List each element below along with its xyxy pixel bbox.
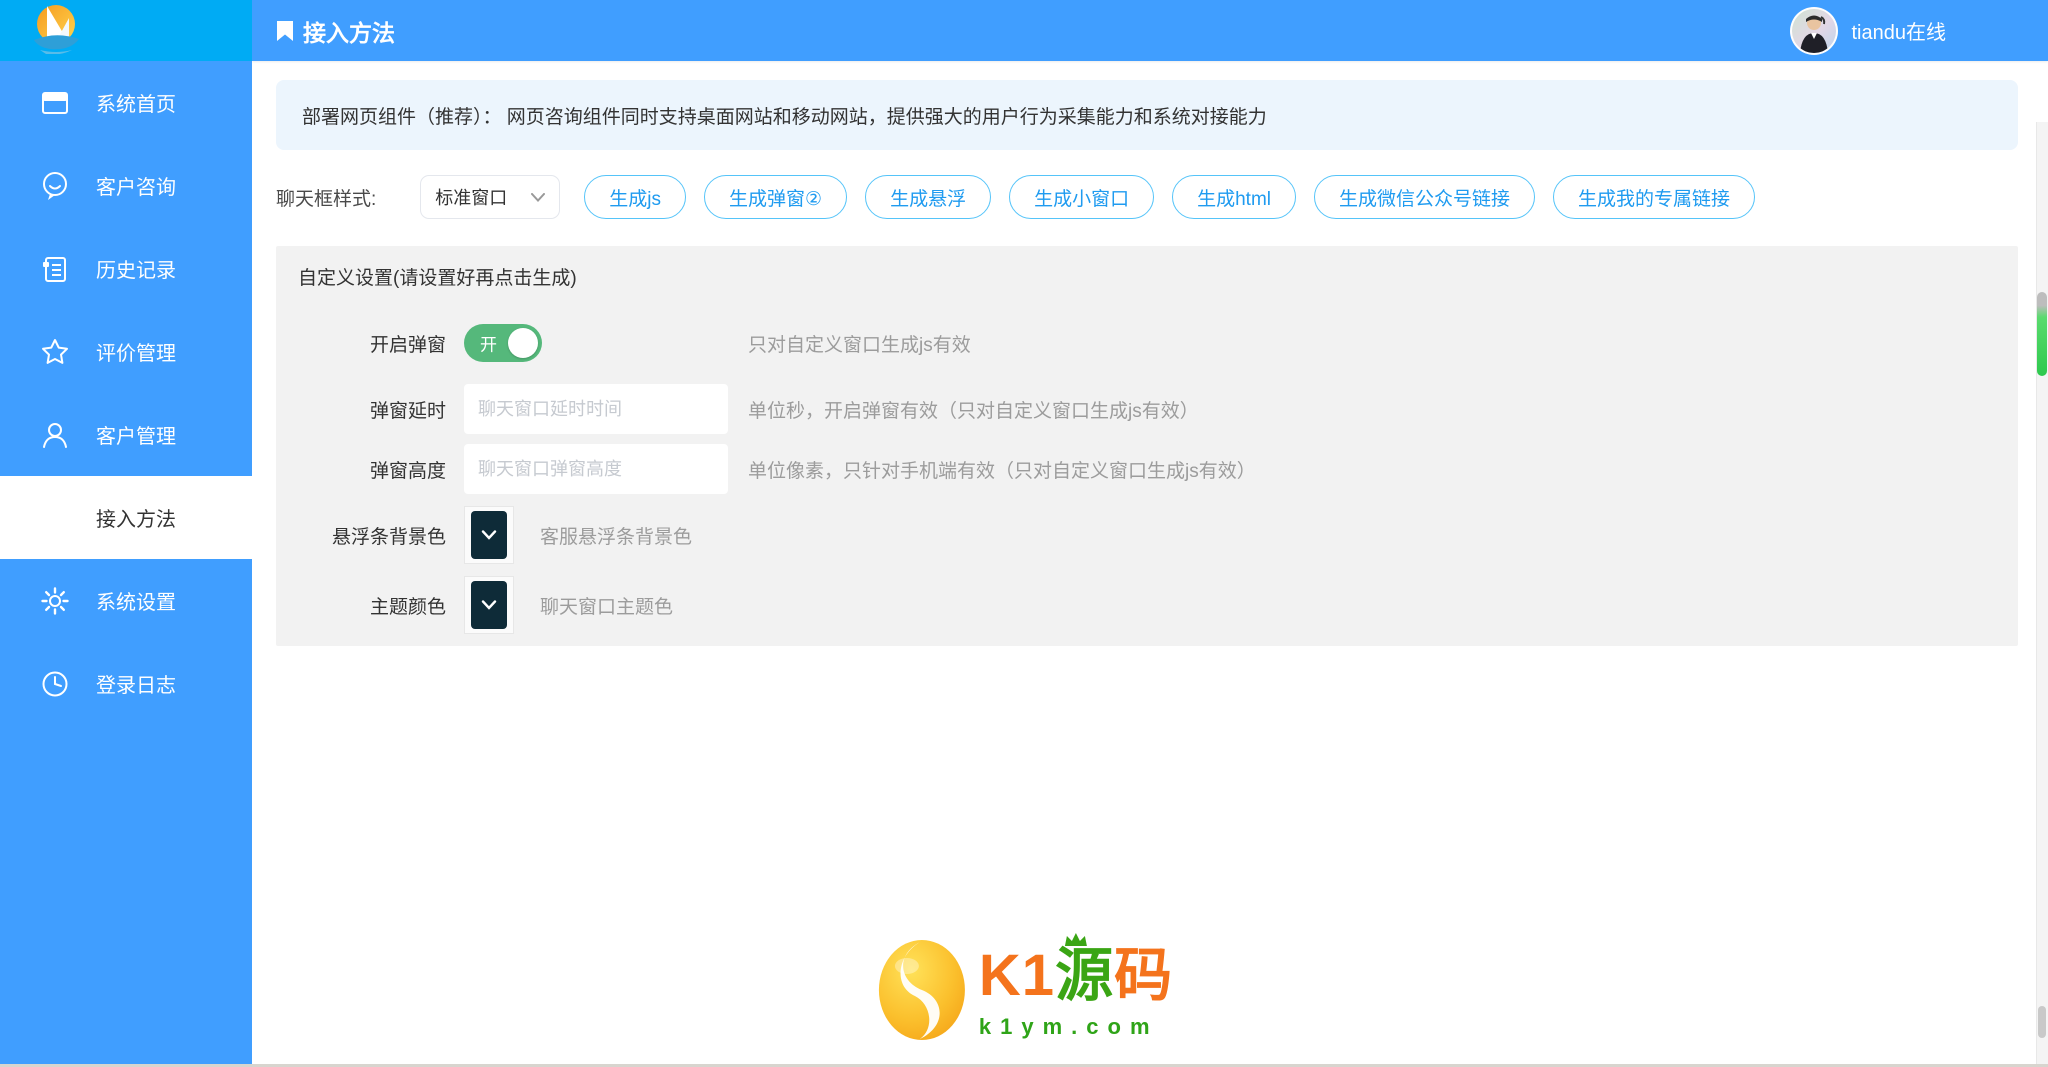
star-icon <box>40 337 70 367</box>
popup-height-row: 弹窗高度 单位像素，只针对手机端有效（只对自定义窗口生成js有效） <box>276 444 2018 494</box>
floatbar-bg-color-label: 悬浮条背景色 <box>276 522 446 549</box>
avatar[interactable] <box>1790 7 1838 55</box>
chat-bubble-icon <box>40 171 70 201</box>
sidebar-item-label: 客户管理 <box>96 420 176 449</box>
sidebar-item-label: 系统设置 <box>96 586 176 615</box>
sidebar-item-home[interactable]: 系统首页 <box>0 61 252 144</box>
theme-color-swatch <box>471 581 507 629</box>
generate-js-button[interactable]: 生成js <box>584 175 686 219</box>
sidebar-item-settings[interactable]: 系统设置 <box>0 559 252 642</box>
sidebar-item-customers[interactable]: 客户管理 <box>0 393 252 476</box>
k1ym-wordmark: K1源码 k1ym.com <box>979 946 1173 1040</box>
settings-panel: 自定义设置(请设置好再点击生成) 开启弹窗 开 只对自定义窗口生成js有效 弹窗… <box>276 246 2018 646</box>
window-icon <box>40 88 70 118</box>
generate-exclusive-link-button[interactable]: 生成我的专属链接 <box>1553 175 1755 219</box>
sidebar-item-history[interactable]: 历史记录 <box>0 227 252 310</box>
settings-header: 自定义设置(请设置好再点击生成) <box>298 268 2018 290</box>
popup-height-note: 单位像素，只针对手机端有效（只对自定义窗口生成js有效） <box>748 456 1256 483</box>
generate-popup-button[interactable]: 生成弹窗② <box>704 175 847 219</box>
sidebar-item-reviews[interactable]: 评价管理 <box>0 310 252 393</box>
sidebar-item-label: 系统首页 <box>96 88 176 117</box>
generate-float-button[interactable]: 生成悬浮 <box>865 175 991 219</box>
popup-height-input[interactable] <box>464 444 728 494</box>
chat-style-select[interactable]: 标准窗口 <box>420 175 560 219</box>
chat-style-select-value: 标准窗口 <box>435 184 507 210</box>
sidebar: 系统首页 客户咨询 历史记录 评价管理 客户管理 <box>0 0 252 1067</box>
scrollbar-track[interactable] <box>2036 122 2048 1067</box>
sidebar-item-label: 评价管理 <box>96 337 176 366</box>
k1ym-sphere-logo-icon <box>875 936 969 1049</box>
user-icon <box>40 420 70 450</box>
toggle-on-text: 开 <box>480 331 497 356</box>
page-title: 接入方法 <box>276 14 395 48</box>
k1ym-watermark: K1源码 k1ym.com <box>875 936 1173 1049</box>
popup-toggle[interactable]: 开 <box>464 324 542 362</box>
history-icon <box>40 254 70 284</box>
chevron-down-icon <box>481 600 497 610</box>
popup-toggle-label: 开启弹窗 <box>276 330 446 357</box>
popup-toggle-note: 只对自定义窗口生成js有效 <box>748 330 971 357</box>
chevron-down-icon <box>481 530 497 540</box>
no-icon-spacer <box>40 503 70 533</box>
sidebar-item-access-method[interactable]: 接入方法 <box>0 476 252 559</box>
generate-small-window-button[interactable]: 生成小窗口 <box>1009 175 1154 219</box>
sidebar-item-login-log[interactable]: 登录日志 <box>0 642 252 725</box>
notice-text: 部署网页组件（推荐）： 网页咨询组件同时支持桌面网站和移动网站，提供强大的用户行… <box>302 102 1267 129</box>
floatbar-bg-color-row: 悬浮条背景色 客服悬浮条背景色 <box>276 506 2018 564</box>
popup-delay-label: 弹窗延时 <box>276 396 446 423</box>
sidebar-item-consult[interactable]: 客户咨询 <box>0 144 252 227</box>
username: tiandu在线 <box>1852 16 1947 45</box>
scrollbar-thumb-gray[interactable] <box>2038 1006 2046 1038</box>
gear-icon <box>40 586 70 616</box>
chevron-down-icon <box>531 193 545 202</box>
generate-html-button[interactable]: 生成html <box>1172 175 1296 219</box>
theme-color-select[interactable] <box>464 576 514 634</box>
popup-toggle-row: 开启弹窗 开 只对自定义窗口生成js有效 <box>276 324 2018 362</box>
sidebar-item-label: 历史记录 <box>96 254 176 283</box>
popup-delay-note: 单位秒，开启弹窗有效（只对自定义窗口生成js有效） <box>748 396 1199 423</box>
sidebar-item-label: 登录日志 <box>96 669 176 698</box>
chat-style-label: 聊天框样式: <box>276 184 376 211</box>
floatbar-bg-color-note: 客服悬浮条背景色 <box>540 522 692 549</box>
popup-height-label: 弹窗高度 <box>276 456 446 483</box>
clock-icon <box>40 669 70 699</box>
brand-k1: K1 <box>979 943 1055 1008</box>
toggle-knob <box>508 328 538 358</box>
brand-ma: 码 <box>1114 943 1173 1008</box>
theme-color-label: 主题颜色 <box>276 592 446 619</box>
floatbar-color-swatch <box>471 511 507 559</box>
generate-wechat-link-button[interactable]: 生成微信公众号链接 <box>1314 175 1535 219</box>
scrollbar-thumb-green[interactable] <box>2037 292 2047 376</box>
app-logo-area[interactable] <box>0 0 252 61</box>
popup-delay-input[interactable] <box>464 384 728 434</box>
notice-banner: 部署网页组件（推荐）： 网页咨询组件同时支持桌面网站和移动网站，提供强大的用户行… <box>276 80 2018 150</box>
brand-domain: k1ym.com <box>979 1014 1173 1040</box>
sidebar-item-label: 客户咨询 <box>96 171 176 200</box>
main-content: 部署网页组件（推荐）： 网页咨询组件同时支持桌面网站和移动网站，提供强大的用户行… <box>252 61 2048 1067</box>
chat-style-row: 聊天框样式: 标准窗口 生成js 生成弹窗② 生成悬浮 生成小窗口 生成html… <box>276 168 2048 226</box>
sidebar-item-label: 接入方法 <box>96 503 176 532</box>
user-block[interactable]: tiandu在线 <box>1790 7 1947 55</box>
sailboat-sun-logo-icon <box>26 2 84 59</box>
bookmark-icon <box>276 20 294 42</box>
popup-delay-row: 弹窗延时 单位秒，开启弹窗有效（只对自定义窗口生成js有效） <box>276 384 2018 434</box>
theme-color-note: 聊天窗口主题色 <box>540 592 673 619</box>
topbar: 接入方法 tiandu在线 <box>252 0 2048 61</box>
floatbar-bg-color-select[interactable] <box>464 506 514 564</box>
crown-icon <box>1063 932 1089 953</box>
sidebar-menu: 系统首页 客户咨询 历史记录 评价管理 客户管理 <box>0 61 252 725</box>
theme-color-row: 主题颜色 聊天窗口主题色 <box>276 576 2018 634</box>
